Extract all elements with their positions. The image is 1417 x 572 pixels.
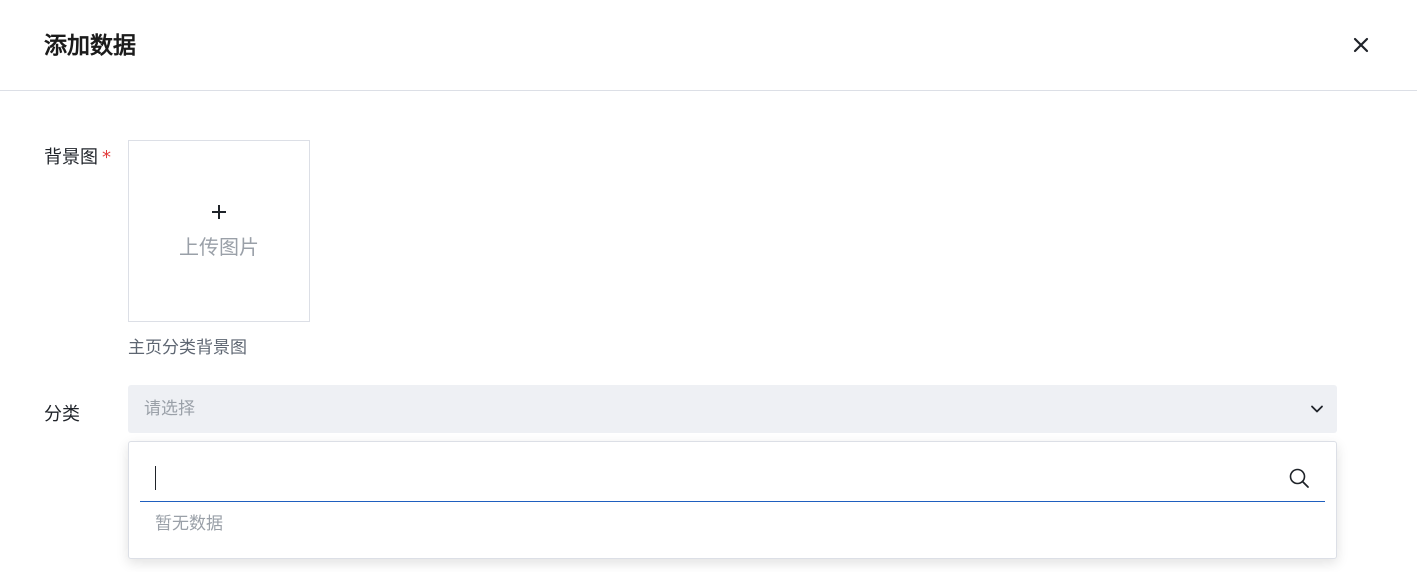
close-icon[interactable]: [1350, 34, 1372, 56]
dropdown-search: [140, 456, 1325, 502]
text-caret: [155, 466, 156, 490]
empty-state-text: 暂无数据: [155, 514, 223, 534]
upload-image-label: 上传图片: [179, 235, 259, 259]
required-mark: *: [102, 147, 111, 168]
plus-icon: [212, 205, 226, 219]
dialog-header: 添加数据: [0, 0, 1417, 91]
background-label-text: 背景图: [44, 147, 98, 168]
search-icon[interactable]: [1288, 467, 1310, 489]
dropdown-search-input[interactable]: [140, 456, 1280, 500]
category-select-placeholder: 请选择: [144, 399, 195, 419]
category-select[interactable]: 请选择: [128, 385, 1337, 433]
category-dropdown: 暂无数据: [128, 441, 1337, 559]
chevron-down-icon: [1311, 405, 1323, 413]
dialog-title: 添加数据: [44, 33, 136, 59]
background-hint: 主页分类背景图: [128, 338, 247, 358]
upload-image-button[interactable]: 上传图片: [128, 140, 310, 322]
category-label: 分类: [44, 404, 80, 425]
close-button[interactable]: [1350, 34, 1372, 56]
background-label: 背景图 *: [44, 146, 111, 170]
